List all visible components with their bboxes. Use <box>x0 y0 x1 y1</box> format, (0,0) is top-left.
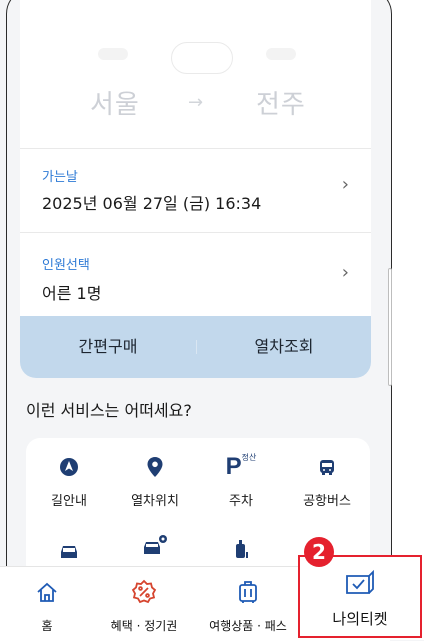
chevron-right-icon: › <box>341 262 349 283</box>
departure-date-label: 가는날 <box>42 170 78 185</box>
service-airport-bus[interactable]: 공항버스 <box>284 454 370 509</box>
service-label: 공항버스 <box>303 494 351 509</box>
nav-home[interactable]: 홈 <box>12 567 82 634</box>
service-label: 열차위치 <box>131 494 179 509</box>
service-rental-car[interactable] <box>26 540 112 562</box>
nav-label: 홈 <box>41 619 53 633</box>
swap-toggle[interactable] <box>171 42 233 74</box>
service-navigation[interactable]: 길안내 <box>26 454 112 509</box>
step-badge: 2 <box>304 537 334 567</box>
quick-buy-button[interactable]: 간편구매 <box>20 316 196 378</box>
location-pin-icon <box>112 454 198 480</box>
faded-placeholder <box>266 48 296 60</box>
departure-station[interactable]: 서울 <box>90 84 140 121</box>
service-car-setting[interactable] <box>112 534 198 556</box>
chevron-right-icon: › <box>341 174 349 195</box>
nav-travel-products[interactable]: 여행상품 · 패스 <box>198 567 298 634</box>
faded-header <box>20 0 371 80</box>
car-icon <box>26 540 112 562</box>
suitcase-icon <box>198 575 298 605</box>
luggage-icon <box>198 538 284 560</box>
background-strip <box>389 0 424 640</box>
home-icon <box>12 575 82 605</box>
train-search-button[interactable]: 열차조회 <box>197 316 371 378</box>
nav-my-ticket-label: 나의티켓 <box>332 610 388 628</box>
service-label: 길안내 <box>51 494 87 509</box>
passenger-value: 어른 1명 <box>42 284 102 303</box>
arrival-station[interactable]: 전주 <box>256 84 306 121</box>
parking-superscript: 정산 <box>241 452 257 462</box>
service-parking[interactable]: P 정산 주차 <box>198 452 284 510</box>
navigation-icon <box>26 454 112 480</box>
side-scrollbar[interactable] <box>388 268 392 386</box>
route-arrow-icon: → <box>188 92 204 113</box>
nav-label: 여행상품 · 패스 <box>209 619 287 633</box>
action-bar: 간편구매 열차조회 <box>20 316 371 378</box>
service-luggage[interactable] <box>198 538 284 560</box>
parking-icon: P 정산 <box>225 452 257 481</box>
car-settings-icon <box>112 534 198 556</box>
discount-badge-icon <box>96 575 192 605</box>
nav-benefits[interactable]: 혜택 · 정기권 <box>96 567 192 634</box>
booking-card: 서울 → 전주 가는날 2025년 06월 27일 (금) 16:34 › 인원… <box>20 0 371 378</box>
passenger-label: 인원선택 <box>42 258 90 273</box>
service-train-location[interactable]: 열차위치 <box>112 454 198 509</box>
ticket-check-icon <box>300 569 420 597</box>
services-title: 이런 서비스는 어떠세요? <box>26 401 192 420</box>
bus-icon <box>284 454 370 480</box>
divider <box>20 148 371 149</box>
departure-date-value: 2025년 06월 27일 (금) 16:34 <box>42 194 262 213</box>
service-label: 주차 <box>229 494 253 509</box>
faded-placeholder <box>98 48 128 60</box>
divider <box>20 232 371 233</box>
nav-label: 혜택 · 정기권 <box>110 619 178 633</box>
